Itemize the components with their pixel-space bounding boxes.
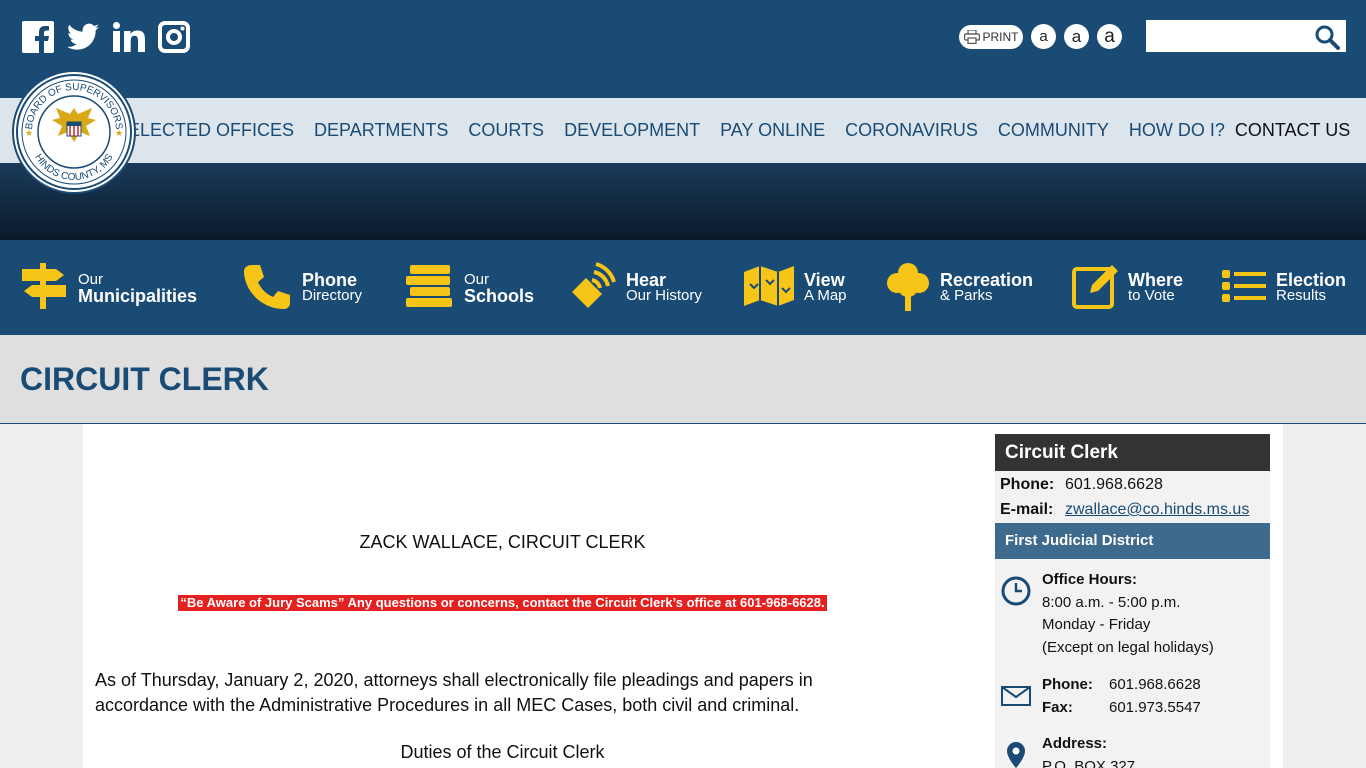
office-hours-label: Office Hours:: [1042, 571, 1138, 588]
page-title-bar: CIRCUIT CLERK: [0, 335, 1366, 424]
address-label: Address:: [1042, 735, 1108, 752]
quicklink-small: to Vote: [1128, 287, 1175, 304]
sidebar-email-label: E-mail:: [1000, 501, 1054, 518]
books-icon: [406, 263, 454, 314]
quicklink-where-to-vote[interactable]: Where to Vote: [1072, 258, 1183, 318]
nav-coronavirus[interactable]: CORONAVIRUS: [845, 120, 978, 141]
address-line: P.O. BOX 327: [1042, 757, 1136, 768]
twitter-icon[interactable]: [66, 20, 100, 54]
clerk-name: ZACK WALLACE, CIRCUIT CLERK: [359, 532, 646, 552]
print-label: PRINT: [982, 29, 1019, 44]
facebook-icon[interactable]: [22, 20, 54, 54]
efiling-notice: As of Thursday, January 2, 2020, attorne…: [95, 670, 813, 715]
edit-icon: [1072, 263, 1118, 314]
quicklink-big: Where: [1128, 270, 1184, 290]
printer-icon: [963, 29, 980, 44]
sidebar-phone-label: Phone:: [1000, 476, 1055, 493]
sidebar-phone: 601.968.6628: [1065, 476, 1163, 493]
quicklink-big: Municipalities: [78, 286, 198, 306]
signpost-icon: [20, 261, 68, 316]
map-icon: [744, 265, 794, 311]
list-icon: [1222, 269, 1266, 308]
nav-how-do-i[interactable]: HOW DO I?: [1129, 120, 1225, 141]
top-bar: PRINT a a a: [0, 0, 1366, 98]
nav-elected-offices[interactable]: ELECTED OFFICES: [128, 120, 294, 141]
quicklink-small: Results: [1276, 287, 1327, 304]
office-hours-line: Monday - Friday: [1042, 616, 1151, 633]
county-seal-logo[interactable]: BOARD OF SUPERVISORS HINDS COUNTY, MS ★ …: [14, 72, 134, 192]
contact-numbers: Phone: 601.968.6628 Fax: 601.973.5547: [1042, 674, 1201, 719]
quicklink-big: Election: [1276, 270, 1347, 290]
main-nav-bar: ELECTED OFFICES DEPARTMENTS COURTS DEVEL…: [0, 98, 1366, 163]
fax-number: 601.973.5547: [1109, 698, 1201, 716]
quicklink-municipalities[interactable]: Our Municipalities: [20, 258, 197, 318]
sidebar-phone-row: Phone: 601.968.6628: [1000, 476, 1163, 494]
search-icon[interactable]: [1314, 24, 1340, 50]
jury-scam-alert: “Be Aware of Jury Scams” Any questions o…: [178, 595, 827, 611]
office-hours: Office Hours: 8:00 a.m. - 5:00 p.m. Mond…: [1042, 569, 1214, 659]
page-tools: PRINT a a a: [959, 24, 1122, 49]
nav-pay-online[interactable]: PAY ONLINE: [720, 120, 825, 141]
search-input[interactable]: [1146, 20, 1322, 50]
clock-icon: [1001, 576, 1031, 611]
print-button[interactable]: PRINT: [959, 24, 1023, 49]
main-nav: ELECTED OFFICES DEPARTMENTS COURTS DEVEL…: [128, 98, 1366, 163]
quicklink-big: Schools: [464, 286, 535, 306]
contact-sidebar: Circuit Clerk Phone: 601.968.6628 E-mail:…: [995, 434, 1270, 768]
svg-text:★: ★: [115, 128, 123, 138]
megaphone-icon: [570, 261, 616, 315]
quicklink-small: Our History: [626, 287, 702, 304]
font-size-medium-button[interactable]: a: [1064, 24, 1089, 49]
fax-label: Fax:: [1042, 698, 1073, 716]
quick-links-bar: Our Municipalities Phone Directory Our Scho…: [0, 240, 1366, 335]
contact-phone: 601.968.6628: [1109, 676, 1201, 693]
hero-banner: [0, 163, 1366, 240]
font-size-small-button[interactable]: a: [1031, 24, 1056, 49]
main-content: ZACK WALLACE, CIRCUIT CLERK “Be Aware of…: [83, 424, 1283, 768]
quicklink-history[interactable]: Hear Our History: [570, 258, 702, 318]
nav-departments[interactable]: DEPARTMENTS: [314, 120, 448, 141]
office-hours-line: 8:00 a.m. - 5:00 p.m.: [1042, 593, 1181, 611]
sidebar-email-link[interactable]: zwallace@co.hinds.ms.us: [1065, 501, 1249, 518]
duties-heading: Duties of the Circuit Clerk: [400, 742, 605, 762]
quicklink-map[interactable]: View A Map: [744, 258, 847, 318]
linkedin-icon[interactable]: [112, 20, 146, 54]
quicklink-recreation[interactable]: Recreation & Parks: [886, 258, 1033, 318]
tree-icon: [886, 261, 930, 316]
instagram-icon[interactable]: [157, 20, 190, 54]
office-hours-line: (Except on legal holidays): [1042, 638, 1214, 656]
nav-contact-us[interactable]: CONTACT US: [1235, 120, 1350, 141]
quicklink-big: Recreation: [940, 270, 1034, 290]
quicklink-small: A Map: [804, 287, 847, 304]
map-pin-icon: [1001, 740, 1031, 768]
svg-text:★: ★: [25, 128, 33, 138]
quicklink-phone-directory[interactable]: Phone Directory: [242, 258, 362, 318]
page-title: CIRCUIT CLERK: [20, 361, 269, 397]
quicklink-election-results[interactable]: Election Results: [1222, 258, 1346, 318]
font-size-large-button[interactable]: a: [1097, 24, 1122, 49]
nav-courts[interactable]: COURTS: [468, 120, 544, 141]
phone-icon: [242, 261, 292, 316]
quicklink-small: Directory: [302, 287, 363, 304]
quicklink-schools[interactable]: Our Schools: [406, 258, 534, 318]
contact-phone-label: Phone:: [1042, 676, 1093, 693]
envelope-icon: [1001, 686, 1031, 711]
sidebar-title: Circuit Clerk: [995, 434, 1270, 471]
quicklink-big: Phone: [302, 270, 358, 290]
nav-development[interactable]: DEVELOPMENT: [564, 120, 700, 141]
sidebar-email-row: E-mail: zwallace@co.hinds.ms.us: [1000, 501, 1249, 519]
nav-community[interactable]: COMMUNITY: [998, 120, 1109, 141]
search-box: [1146, 20, 1346, 52]
quicklink-small: & Parks: [940, 287, 993, 304]
mailing-address: Address: P.O. BOX 327: [1042, 733, 1135, 768]
quicklink-big: View: [804, 270, 845, 290]
district-heading: First Judicial District: [995, 523, 1270, 559]
quicklink-big: Hear: [626, 270, 667, 290]
